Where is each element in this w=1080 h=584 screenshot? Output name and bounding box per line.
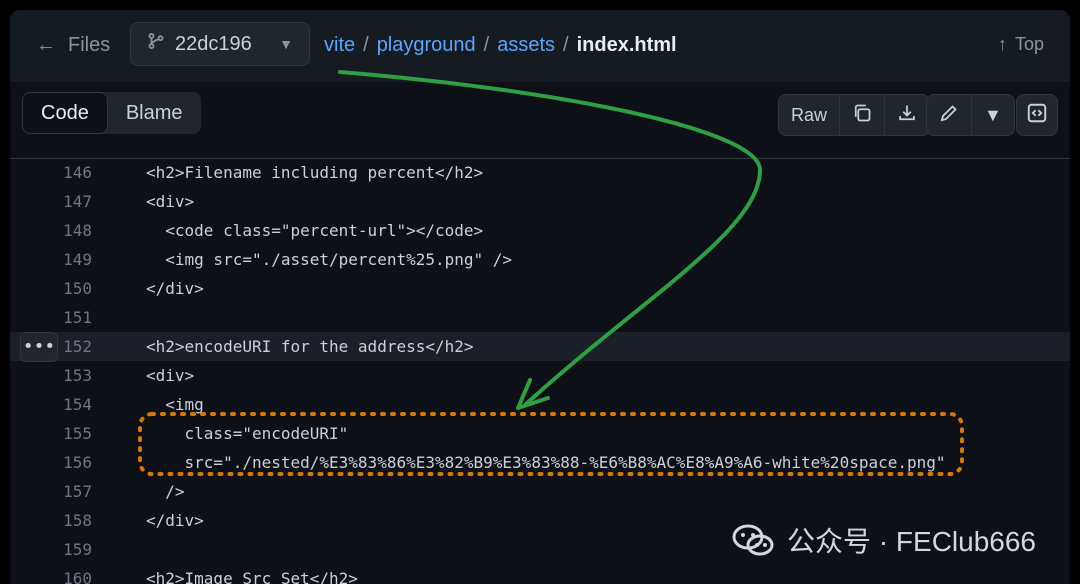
branch-name: 22dc196 bbox=[175, 32, 252, 55]
file-toolbar: Code Blame Raw ▼ bbox=[10, 82, 1070, 159]
top-label: Top bbox=[1014, 34, 1044, 54]
breadcrumb: vite / playground / assets / index.html bbox=[324, 34, 677, 57]
code-text: src="./nested/%E3%83%86%E3%82%B9%E3%83%8… bbox=[146, 453, 946, 472]
code-text: <h2>Image Src Set</h2> bbox=[146, 569, 358, 584]
wechat-icon bbox=[732, 524, 774, 556]
line-number: 160 bbox=[63, 569, 92, 584]
chevron-down-icon: ▼ bbox=[984, 104, 1002, 125]
files-back-button[interactable]: ← Files bbox=[36, 34, 110, 57]
line-number: 151 bbox=[63, 308, 92, 327]
tab-code[interactable]: Code bbox=[22, 92, 108, 134]
line-number: 148 bbox=[63, 221, 92, 240]
line-number: 156 bbox=[63, 453, 92, 472]
code-line: 151 bbox=[10, 303, 1070, 332]
chevron-down-icon: ▼ bbox=[279, 36, 293, 52]
breadcrumb-item-vite[interactable]: vite bbox=[324, 34, 355, 57]
code-symbols-icon bbox=[1026, 102, 1048, 129]
code-line: 148 <code class="percent-url"></code> bbox=[10, 216, 1070, 245]
raw-button[interactable]: Raw bbox=[779, 95, 841, 135]
line-number: 154 bbox=[63, 395, 92, 414]
branch-selector[interactable]: 22dc196 ▼ bbox=[130, 22, 310, 66]
top-button[interactable]: ↑ Top bbox=[998, 34, 1044, 55]
code-text: <code class="percent-url"></code> bbox=[146, 221, 484, 240]
wechat-watermark: 公众号 · FEClub666 bbox=[731, 520, 1036, 560]
code-text: <div> bbox=[146, 366, 195, 385]
line-number: 147 bbox=[63, 192, 92, 211]
code-text: /> bbox=[146, 482, 185, 501]
arrow-left-icon: ← bbox=[36, 34, 56, 56]
code-line: 157 /> bbox=[10, 477, 1070, 506]
code-line: 147 <div> bbox=[10, 187, 1070, 216]
more-edit-options-button[interactable]: ▼ bbox=[972, 95, 1014, 135]
breadcrumb-item-assets[interactable]: assets bbox=[497, 34, 555, 57]
code-text: <img bbox=[146, 395, 204, 414]
kebab-horizontal-icon: ••• bbox=[22, 336, 56, 357]
view-mode-tabs: Code Blame bbox=[22, 92, 201, 134]
raw-copy-download-group: Raw bbox=[778, 94, 931, 136]
code-text: <div> bbox=[146, 192, 195, 211]
line-number: 150 bbox=[63, 279, 92, 298]
code-text: class="encodeURI" bbox=[146, 424, 349, 443]
top-bar: ← Files 22dc196 ▼ vite / playground / as… bbox=[10, 10, 1070, 83]
line-number: 146 bbox=[63, 163, 92, 182]
breadcrumb-current-file: index.html bbox=[576, 34, 677, 56]
breadcrumb-item-playground[interactable]: playground bbox=[377, 34, 476, 57]
code-text: <h2>Filename including percent</h2> bbox=[146, 163, 484, 182]
download-button[interactable] bbox=[885, 95, 929, 135]
copy-raw-button[interactable] bbox=[840, 95, 886, 135]
line-actions-button[interactable]: ••• bbox=[20, 331, 58, 362]
code-line-highlighted: ••• 152 <h2>encodeURI for the address</h… bbox=[10, 331, 1070, 362]
breadcrumb-separator: / bbox=[483, 34, 490, 56]
copy-icon bbox=[852, 103, 872, 128]
line-number: 155 bbox=[63, 424, 92, 443]
edit-file-button[interactable] bbox=[927, 95, 972, 135]
code-line: 153 <div> bbox=[10, 361, 1070, 390]
code-text: <h2>encodeURI for the address</h2> bbox=[146, 337, 474, 356]
pencil-icon bbox=[939, 103, 959, 128]
line-number: 157 bbox=[63, 482, 92, 501]
arrow-up-icon: ↑ bbox=[997, 34, 1007, 54]
code-line: 149 <img src="./asset/percent%25.png" /> bbox=[10, 245, 1070, 274]
symbols-panel-button[interactable] bbox=[1016, 94, 1058, 136]
watermark-text: 公众号 · FEClub666 bbox=[787, 526, 1036, 557]
edit-group: ▼ bbox=[926, 94, 1015, 136]
breadcrumb-separator: / bbox=[563, 34, 569, 56]
files-label: Files bbox=[68, 34, 111, 56]
code-text: </div> bbox=[146, 279, 204, 298]
breadcrumb-separator: / bbox=[363, 34, 369, 56]
git-branch-icon bbox=[147, 32, 165, 56]
code-line: 155 class="encodeURI" bbox=[10, 419, 1070, 448]
tab-blame[interactable]: Blame bbox=[108, 92, 201, 134]
code-line: 156 src="./nested/%E3%83%86%E3%82%B9%E3%… bbox=[10, 448, 1070, 477]
download-icon bbox=[897, 103, 917, 128]
code-text: <img src="./asset/percent%25.png" /> bbox=[146, 250, 513, 269]
line-number: 158 bbox=[63, 511, 92, 530]
code-text: </div> bbox=[146, 511, 204, 530]
line-number: 153 bbox=[63, 366, 92, 385]
line-number: 159 bbox=[63, 540, 92, 559]
line-number: 149 bbox=[63, 250, 92, 269]
github-file-view: ← Files 22dc196 ▼ vite / playground / as… bbox=[10, 10, 1070, 584]
code-line: 154 <img bbox=[10, 390, 1070, 419]
code-line: 146 <h2>Filename including percent</h2> bbox=[10, 158, 1070, 187]
code-line: 150 </div> bbox=[10, 274, 1070, 303]
code-line: 160 <h2>Image Src Set</h2> bbox=[10, 564, 1070, 584]
